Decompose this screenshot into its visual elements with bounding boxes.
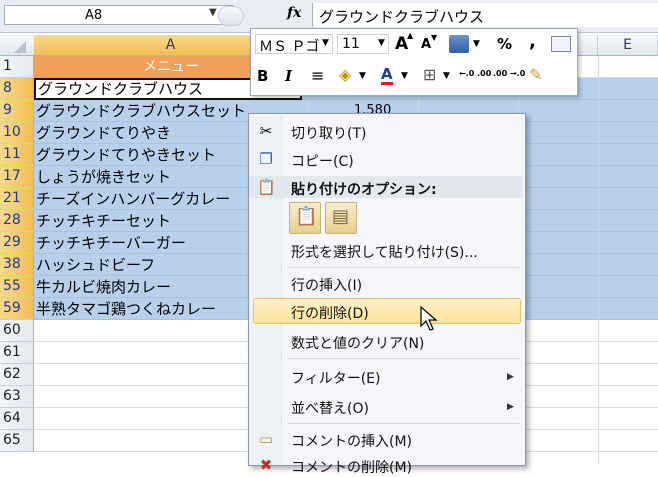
paste-options-header: 📋 貼り付けのオプション: bbox=[249, 176, 523, 198]
row-header[interactable]: 11 bbox=[0, 144, 34, 166]
delete-comment-icon: ✖ bbox=[259, 456, 273, 474]
cell-text: 半熟タマゴ鶏つくねカレー bbox=[36, 300, 217, 318]
row-header[interactable]: 60 bbox=[0, 320, 34, 342]
cell-text: グラウンドクラブハウスセット bbox=[36, 102, 247, 120]
row-header[interactable]: 64 bbox=[0, 408, 34, 430]
font-size-select[interactable]: 11 ▼ bbox=[337, 34, 389, 54]
row-header[interactable]: 10 bbox=[0, 122, 34, 144]
row-header[interactable]: 55 bbox=[0, 276, 34, 298]
cell-text: グラウンドクラブハウス bbox=[38, 80, 204, 98]
row-header[interactable]: 59 bbox=[0, 298, 34, 320]
submenu-arrow-icon: ▶ bbox=[507, 372, 514, 382]
row-header[interactable]: 9 bbox=[0, 100, 34, 122]
row-header[interactable]: 21 bbox=[0, 188, 34, 210]
copy-icon: ❐ bbox=[259, 150, 273, 168]
formula-input[interactable]: グラウンドクラブハウス bbox=[312, 3, 658, 27]
chevron-down-icon[interactable]: ▼ bbox=[209, 7, 217, 18]
fill-color-icon[interactable]: ◈ bbox=[339, 65, 351, 84]
menu-separator bbox=[287, 423, 519, 424]
row-header[interactable]: 8 bbox=[0, 78, 34, 100]
column-header-e[interactable]: E bbox=[598, 35, 658, 55]
row-header[interactable]: 1 bbox=[0, 56, 34, 78]
comma-style-button[interactable]: , bbox=[529, 31, 536, 52]
paste-options-label: 貼り付けのオプション: bbox=[291, 182, 437, 198]
cell-text: チッチキチーバーガー bbox=[36, 234, 186, 252]
menu-item-filter[interactable]: フィルター(E) bbox=[291, 368, 381, 388]
menu-item-delete-row[interactable]: 行の削除(D) bbox=[291, 303, 369, 323]
name-box[interactable]: A8 ▼ bbox=[4, 5, 234, 25]
formula-bar-splitter[interactable] bbox=[218, 6, 244, 26]
row-header[interactable]: 38 bbox=[0, 254, 34, 276]
shrink-font-button[interactable]: A bbox=[421, 37, 431, 52]
chevron-down-icon[interactable]: ▼ bbox=[359, 71, 366, 81]
menu-item-insert-row[interactable]: 行の挿入(I) bbox=[291, 275, 362, 295]
scissors-icon: ✂ bbox=[259, 122, 273, 140]
increase-decimal-button[interactable]: ←.0 .00 bbox=[459, 69, 491, 78]
chevron-down-icon: ▼ bbox=[322, 38, 329, 48]
row-header[interactable]: 62 bbox=[0, 364, 34, 386]
percent-style-button[interactable]: % bbox=[497, 35, 512, 53]
font-name-value: ＭＳ Ｐゴ bbox=[259, 39, 320, 55]
row-header[interactable]: 63 bbox=[0, 386, 34, 408]
font-color-button[interactable]: A bbox=[381, 66, 393, 85]
accounting-format-icon[interactable] bbox=[449, 35, 469, 53]
insert-function-icon[interactable]: fx bbox=[287, 5, 301, 21]
borders-icon[interactable]: ⊞ bbox=[423, 65, 436, 84]
row-header[interactable]: 29 bbox=[0, 232, 34, 254]
cell-text: グラウンドてりやき bbox=[36, 124, 172, 142]
row-header[interactable]: 28 bbox=[0, 210, 34, 232]
font-size-value: 11 bbox=[342, 36, 360, 52]
gridline bbox=[598, 56, 599, 464]
format-painter-icon[interactable]: ✎ bbox=[529, 65, 542, 84]
menu-item-copy[interactable]: コピー(C) bbox=[291, 151, 354, 171]
clipboard-icon: 📋 bbox=[257, 178, 276, 196]
menu-item-paste-special[interactable]: 形式を選択して貼り付け(S)... bbox=[291, 242, 478, 262]
chevron-down-icon[interactable]: ▼ bbox=[443, 71, 450, 81]
caret-down-icon: ▼ bbox=[431, 33, 438, 42]
italic-button[interactable]: I bbox=[285, 67, 292, 85]
cell-text: 牛カルビ焼肉カレー bbox=[36, 278, 172, 296]
formula-text: グラウンドクラブハウス bbox=[319, 8, 485, 26]
cell-text: ハッシュドビーフ bbox=[36, 256, 156, 274]
menu-separator bbox=[287, 358, 519, 359]
cell-text: チッチキチーセット bbox=[36, 212, 172, 230]
name-box-value: A8 bbox=[85, 8, 103, 23]
font-name-select[interactable]: ＭＳ Ｐゴ ▼ bbox=[255, 34, 333, 55]
chevron-down-icon[interactable]: ▼ bbox=[473, 39, 480, 49]
chevron-down-icon: ▼ bbox=[378, 38, 385, 48]
cell-text: しょうが焼きセット bbox=[36, 168, 172, 186]
mini-toolbar: ＭＳ Ｐゴ ▼ 11 ▼ A ▲ A ▼ ▼ % , B I ≡ ◈ ▼ A ▼… bbox=[250, 28, 578, 96]
paste-button[interactable]: 📋 bbox=[289, 202, 321, 234]
decrease-decimal-button[interactable]: .00 →.0 bbox=[493, 69, 525, 78]
cell-text: グラウンドてりやきセット bbox=[36, 146, 217, 164]
menu-item-cut[interactable]: 切り取り(T) bbox=[291, 123, 366, 143]
menu-item-clear-contents[interactable]: 数式と値のクリア(N) bbox=[291, 333, 424, 353]
paste-values-icon: ▤ bbox=[332, 206, 350, 227]
comment-icon: ▭ bbox=[258, 430, 274, 448]
paste-values-button[interactable]: ▤ bbox=[325, 202, 357, 234]
submenu-arrow-icon: ▶ bbox=[507, 402, 514, 412]
bold-button[interactable]: B bbox=[257, 67, 268, 85]
chevron-down-icon[interactable]: ▼ bbox=[401, 71, 408, 81]
select-all-triangle-icon bbox=[14, 41, 26, 53]
mouse-cursor-icon bbox=[420, 306, 438, 331]
cell-text: チーズインハンバーグカレー bbox=[36, 190, 231, 208]
menu-item-delete-comment[interactable]: コメントの削除(M) bbox=[291, 457, 412, 477]
context-menu: ✂ 切り取り(T) ❐ コピー(C) 📋 貼り付けのオプション: 📋 ▤ 形式を… bbox=[248, 113, 526, 476]
row-header[interactable]: 61 bbox=[0, 342, 34, 364]
row-header[interactable]: 17 bbox=[0, 166, 34, 188]
menu-separator bbox=[287, 267, 519, 268]
menu-item-sort[interactable]: 並べ替え(O) bbox=[291, 398, 369, 418]
menu-item-insert-comment[interactable]: コメントの挿入(M) bbox=[291, 431, 412, 451]
paste-icon: 📋 bbox=[295, 206, 318, 227]
align-center-icon[interactable]: ≡ bbox=[311, 66, 324, 85]
caret-up-icon: ▲ bbox=[407, 31, 414, 40]
select-all-corner[interactable] bbox=[0, 35, 35, 55]
row-header[interactable]: 65 bbox=[0, 430, 34, 452]
merge-center-icon[interactable] bbox=[551, 36, 571, 52]
